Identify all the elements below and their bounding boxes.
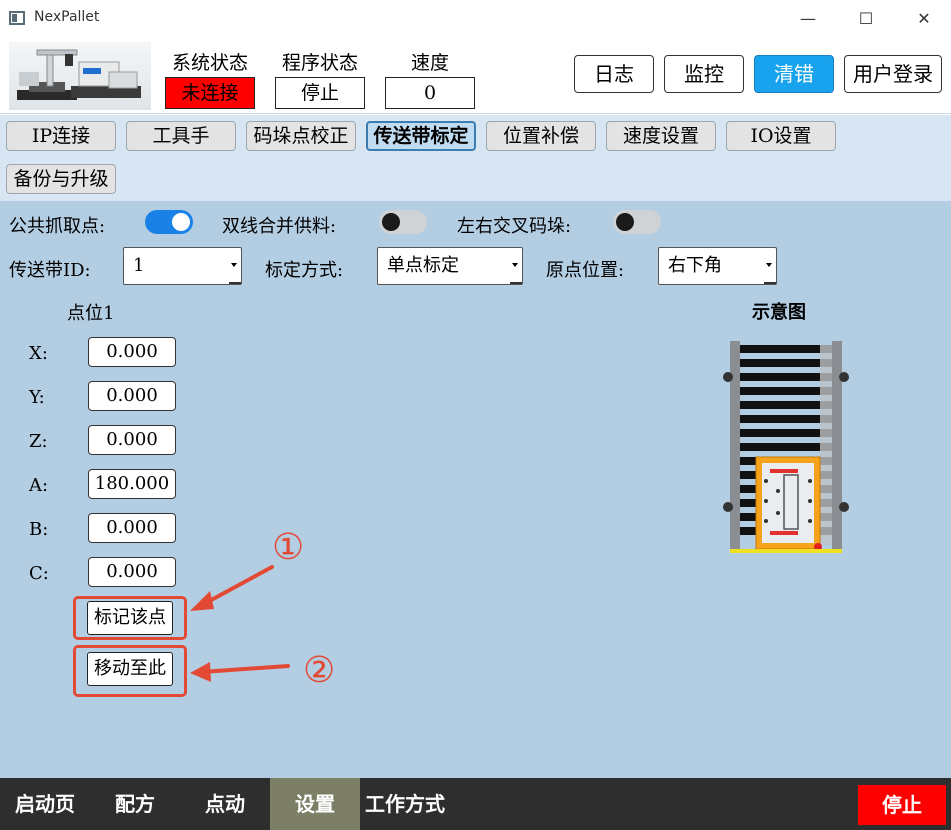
diagram-title: 示意图 — [752, 302, 806, 323]
close-icon[interactable]: ✕ — [909, 6, 939, 32]
settings-tab-bar: IP连接 工具手 码垛点校正 传送带标定 位置补偿 速度设置 IO设置 备份与升… — [0, 115, 951, 201]
clear-error-button[interactable]: 清错 — [754, 55, 834, 93]
tab-pallet-point-correction[interactable]: 码垛点校正 — [246, 121, 356, 151]
conveyor-calibration-panel: 公共抓取点: 双线合并供料: 左右交叉码垛: 传送带ID: 1 标定方式: 单点… — [0, 201, 951, 778]
conveyor-id-select[interactable]: 1 — [123, 247, 242, 285]
calib-method-value: 单点标定 — [387, 255, 459, 276]
app-icon — [9, 11, 25, 25]
coord-z-field[interactable]: 0.000 — [88, 425, 176, 455]
program-status-label: 程序状态 — [281, 52, 358, 74]
speed-value: 0 — [385, 77, 475, 109]
coord-b-field[interactable]: 0.000 — [88, 513, 176, 543]
coord-y-label: Y: — [29, 387, 45, 408]
stop-button[interactable]: 停止 — [858, 785, 946, 825]
maximize-icon[interactable]: ☐ — [851, 6, 881, 32]
origin-pos-label: 原点位置: — [546, 260, 625, 281]
origin-pos-value: 右下角 — [668, 255, 722, 276]
minimize-icon[interactable]: — — [793, 6, 823, 32]
tab-ip-connect[interactable]: IP连接 — [6, 121, 116, 151]
coord-a-field[interactable]: 180.000 — [88, 469, 176, 499]
move-to-point-button[interactable]: 移动至此 — [87, 652, 173, 686]
coord-z-label: Z: — [29, 431, 48, 452]
conveyor-id-label: 传送带ID: — [9, 260, 91, 281]
tab-conveyor-calibration[interactable]: 传送带标定 — [366, 121, 476, 151]
coord-y-field[interactable]: 0.000 — [88, 381, 176, 411]
common-pick-toggle[interactable] — [145, 210, 193, 234]
annotation-arrows — [190, 565, 290, 682]
coord-b-label: B: — [29, 519, 49, 540]
left-right-cross-label: 左右交叉码垛: — [457, 216, 572, 237]
conveyor-id-value: 1 — [133, 255, 145, 276]
mark-point-button[interactable]: 标记该点 — [87, 601, 173, 635]
calib-method-label: 标定方式: — [265, 260, 344, 281]
user-login-button[interactable]: 用户登录 — [844, 55, 942, 93]
coord-x-field[interactable]: 0.000 — [88, 337, 176, 367]
left-right-cross-toggle[interactable] — [613, 210, 661, 234]
nav-work-mode[interactable]: 工作方式 — [360, 778, 450, 830]
program-status-value: 停止 — [275, 77, 365, 109]
coord-a-label: A: — [29, 475, 49, 496]
dual-line-merge-toggle[interactable] — [379, 210, 427, 234]
tab-tool-hand[interactable]: 工具手 — [126, 121, 236, 151]
origin-pos-select[interactable]: 右下角 — [658, 247, 777, 285]
calib-method-select[interactable]: 单点标定 — [377, 247, 523, 285]
nav-start-page[interactable]: 启动页 — [0, 778, 90, 830]
nav-jog[interactable]: 点动 — [180, 778, 270, 830]
chevron-down-icon — [231, 263, 237, 267]
conveyor-diagram-icon — [723, 341, 849, 553]
bottom-nav: 启动页 配方 点动 设置 工作方式 停止 — [0, 778, 951, 830]
coord-c-label: C: — [29, 563, 49, 584]
tab-speed-settings[interactable]: 速度设置 — [606, 121, 716, 151]
header: 系统状态 未连接 程序状态 停止 速度 0 日志 监控 清错 用户登录 — [0, 38, 951, 114]
chevron-down-icon — [766, 263, 772, 267]
chevron-down-icon — [512, 263, 518, 267]
common-pick-label: 公共抓取点: — [9, 216, 106, 237]
machine-logo-image — [9, 42, 151, 110]
speed-label: 速度 — [410, 52, 449, 74]
coord-x-label: X: — [29, 343, 48, 364]
system-status-value: 未连接 — [165, 77, 255, 109]
title-bar: NexPallet — ☐ ✕ — [0, 0, 951, 38]
tab-backup-upgrade[interactable]: 备份与升级 — [6, 164, 116, 194]
tab-io-settings[interactable]: IO设置 — [726, 121, 836, 151]
system-status-label: 系统状态 — [171, 52, 248, 74]
monitor-button[interactable]: 监控 — [664, 55, 744, 93]
coord-c-field[interactable]: 0.000 — [88, 557, 176, 587]
annotation-two: ② — [303, 650, 336, 691]
nav-recipe[interactable]: 配方 — [90, 778, 180, 830]
dual-line-merge-label: 双线合并供料: — [222, 216, 337, 237]
window-title: NexPallet — [34, 9, 100, 25]
tab-position-compensation[interactable]: 位置补偿 — [486, 121, 596, 151]
point-title: 点位1 — [67, 303, 115, 324]
annotation-one: ① — [272, 527, 305, 568]
log-button[interactable]: 日志 — [574, 55, 654, 93]
nav-settings[interactable]: 设置 — [270, 778, 360, 830]
